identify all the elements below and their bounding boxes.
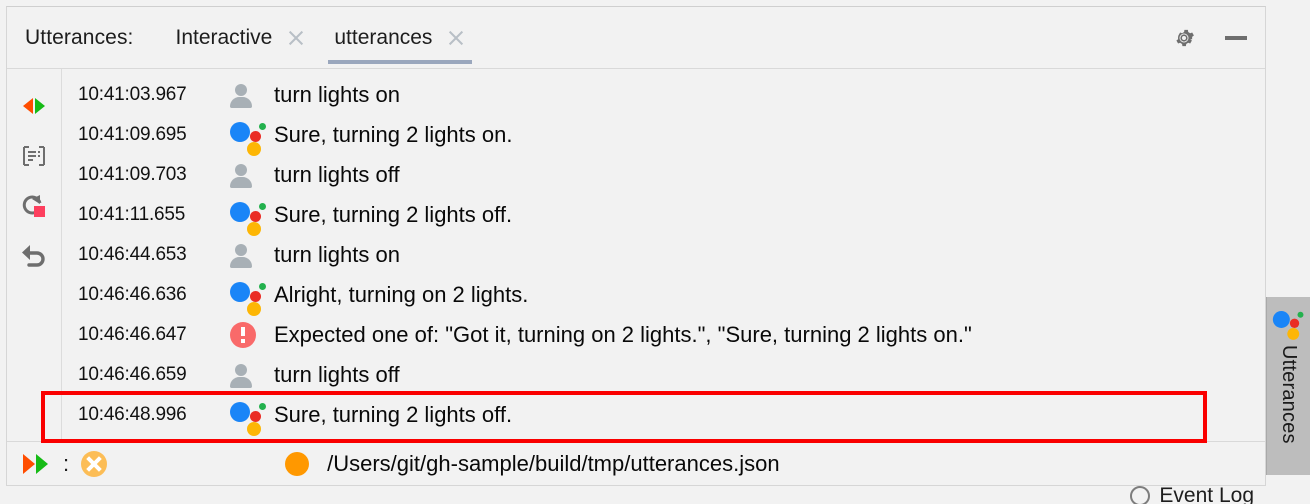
utterance-text: Alright, turning on 2 lights. <box>274 282 529 307</box>
assistant-logo-icon <box>230 200 274 236</box>
person-icon <box>230 363 274 388</box>
list-export-icon <box>23 146 45 166</box>
event-log-label: Event Log <box>1159 484 1254 504</box>
header-actions <box>1171 7 1249 68</box>
utterance-row[interactable]: 10:41:09.703 turn lights off <box>62 155 1265 195</box>
person-icon <box>230 243 274 268</box>
event-log-ring-icon <box>1130 486 1151 504</box>
run-arrows-icon <box>23 98 45 114</box>
utterance-row[interactable]: 10:41:11.655 Sure, turning 2 lights off. <box>62 195 1265 236</box>
utterance-row[interactable]: 10:46:44.653 turn lights on <box>62 235 1265 275</box>
rerun-button[interactable] <box>19 91 49 121</box>
tab-selected-underline <box>328 60 473 64</box>
tab-interactive-label: Interactive <box>175 25 273 49</box>
assistant-logo-icon <box>230 400 274 436</box>
person-icon <box>230 83 274 108</box>
utterance-timestamp: 10:46:46.636 <box>78 284 187 305</box>
utterance-text: Sure, turning 2 lights off. <box>274 402 513 427</box>
tool-window-title: Utterances: <box>25 25 134 49</box>
utterance-row[interactable]: 10:46:46.636 Alright, turning on 2 lights… <box>62 275 1265 316</box>
close-icon[interactable] <box>288 30 304 46</box>
utterance-timestamp: 10:46:46.647 <box>78 324 187 345</box>
file-path-label[interactable]: /Users/git/gh-sample/build/tmp/utterance… <box>327 451 779 477</box>
tab-utterances-label: utterances <box>334 25 433 49</box>
error-x-circle-icon <box>81 450 108 477</box>
utterance-text: turn lights on <box>274 242 400 267</box>
assistant-logo-icon <box>230 120 274 156</box>
utterance-list[interactable]: 10:41:03.967 turn lights on 10:41:09.695 Su… <box>62 69 1265 441</box>
action-gutter <box>7 69 62 441</box>
right-tool-strip[interactable]: Utterances <box>1266 297 1310 475</box>
minimize-button[interactable] <box>1223 25 1249 51</box>
utterance-text: Expected one of: "Got it, turning on 2 l… <box>274 322 972 347</box>
utterance-text: Sure, turning 2 lights on. <box>274 122 513 147</box>
assistant-logo-icon <box>1272 309 1304 340</box>
status-bar: : /Users/git/gh-sample/build/tmp/utteran… <box>7 441 1265 485</box>
event-log-button[interactable]: Event Log <box>1130 484 1254 504</box>
utterance-row[interactable]: 10:41:09.695 Sure, turning 2 lights on. <box>62 115 1265 156</box>
utterance-timestamp: 10:41:11.655 <box>78 204 186 225</box>
bottom-outside-bar <box>0 486 1310 504</box>
tab-utterances[interactable]: utterances <box>318 7 478 68</box>
utterance-row[interactable]: 10:46:46.647 Expected one of: "Got it, tu… <box>62 315 1265 355</box>
utterances-body: 10:41:03.967 turn lights on 10:41:09.695 Su… <box>7 69 1265 443</box>
utterance-timestamp: 10:46:48.996 <box>78 404 187 425</box>
minimize-icon <box>1225 35 1247 40</box>
utterance-timestamp: 10:46:46.659 <box>78 364 187 385</box>
export-button[interactable] <box>19 141 49 171</box>
tool-window-header: Utterances: Interactive utterances <box>7 7 1265 69</box>
rerun-stop-icon <box>22 195 45 217</box>
utterance-text: Sure, turning 2 lights off. <box>274 202 513 227</box>
utterance-text: turn lights off <box>274 162 400 187</box>
gear-icon <box>1176 29 1194 46</box>
utterance-text: turn lights on <box>274 82 400 107</box>
orange-dot-icon <box>285 451 310 476</box>
assistant-logo-icon <box>230 280 274 316</box>
right-strip-label: Utterances <box>1278 345 1300 444</box>
utterance-timestamp: 10:41:09.695 <box>78 124 187 145</box>
utterance-row[interactable]: 10:46:48.996 Sure, turning 2 lights off. <box>62 395 1265 436</box>
rerun-failed-button[interactable] <box>19 191 49 221</box>
utterance-row[interactable]: 10:41:03.967 turn lights on <box>62 75 1265 115</box>
tab-bar: Interactive utterances <box>159 7 478 68</box>
tab-interactive[interactable]: Interactive <box>159 7 318 68</box>
settings-button[interactable] <box>1171 25 1197 51</box>
utterance-row[interactable]: 10:46:46.659 turn lights off <box>62 355 1265 395</box>
undo-arrow-icon <box>22 245 45 267</box>
utterance-timestamp: 10:41:03.967 <box>78 84 187 105</box>
utterance-timestamp: 10:41:09.703 <box>78 164 187 185</box>
error-icon <box>230 322 274 348</box>
run-arrows-icon <box>23 453 49 474</box>
utterance-timestamp: 10:46:44.653 <box>78 244 187 265</box>
person-icon <box>230 163 274 188</box>
utterances-tool-window: Utterances: Interactive utterances 10:41… <box>6 6 1266 486</box>
undo-button[interactable] <box>19 241 49 271</box>
close-icon[interactable] <box>448 30 464 46</box>
utterance-text: turn lights off <box>274 362 400 387</box>
status-separator: : <box>63 450 70 476</box>
screenshot-root: Utterances: Interactive utterances 10:41… <box>0 0 1310 504</box>
